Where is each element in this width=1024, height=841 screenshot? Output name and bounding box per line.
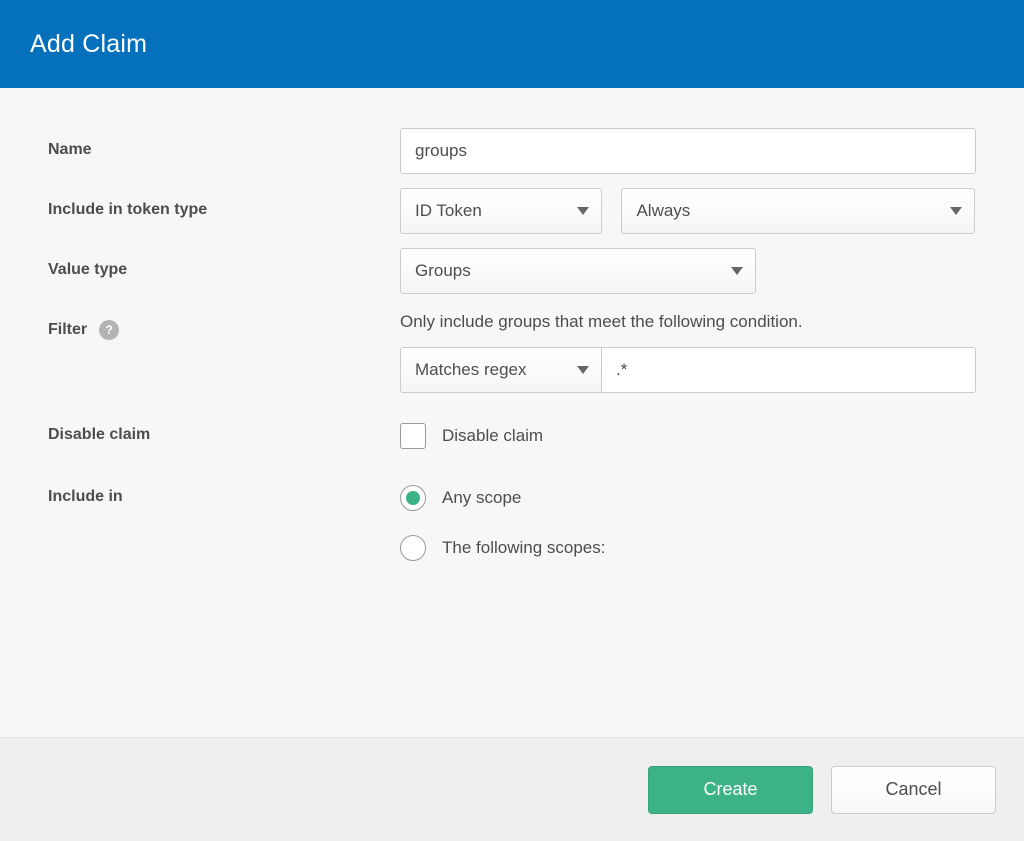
include-in-label: Include in	[48, 488, 123, 505]
value-type-select[interactable]: Groups	[400, 248, 756, 294]
include-in-option-any-scope[interactable]: Any scope	[400, 481, 1024, 515]
form-row-filter: Filter ? Only include groups that meet t…	[0, 308, 1024, 393]
form-row-include-in: Include in Any scope The following scope…	[0, 481, 1024, 565]
disable-claim-checkbox[interactable]	[400, 423, 426, 449]
name-control	[400, 128, 1024, 174]
form-row-token-type: Include in token type ID Token Always	[0, 188, 1024, 234]
token-type-select-value: ID Token	[415, 201, 482, 220]
filter-control: Only include groups that meet the follow…	[400, 308, 1024, 393]
chevron-down-icon	[577, 207, 589, 215]
radio-dot-icon	[406, 541, 420, 555]
token-type-label: Include in token type	[48, 201, 208, 218]
token-type-control: ID Token Always	[400, 188, 1024, 234]
name-label: Name	[48, 141, 92, 158]
name-input[interactable]	[400, 128, 976, 174]
token-when-select[interactable]: Always	[621, 188, 976, 234]
filter-pattern-input[interactable]	[602, 347, 976, 393]
chevron-down-icon	[731, 267, 743, 275]
dialog-header: Add Claim	[0, 0, 1024, 88]
value-type-control: Groups	[400, 248, 1024, 294]
token-when-select-value: Always	[636, 201, 691, 220]
disable-claim-label: Disable claim	[48, 426, 151, 443]
radio-dot-icon	[406, 491, 420, 505]
filter-hint: Only include groups that meet the follow…	[400, 312, 803, 331]
token-type-select[interactable]: ID Token	[400, 188, 602, 234]
page-title: Add Claim	[30, 29, 148, 58]
add-claim-dialog: Add Claim Name Include in token type ID …	[0, 0, 1024, 841]
form-row-disable-claim: Disable claim Disable claim	[0, 419, 1024, 453]
radio-any-scope[interactable]	[400, 485, 426, 511]
radio-following-scopes[interactable]	[400, 535, 426, 561]
create-button[interactable]: Create	[648, 765, 813, 814]
disable-claim-row: Disable claim	[400, 419, 1024, 453]
include-in-control: Any scope The following scopes:	[400, 481, 1024, 565]
radio-any-scope-label[interactable]: Any scope	[442, 488, 521, 508]
chevron-down-icon	[577, 366, 589, 374]
filter-label-text: Filter	[48, 321, 88, 338]
form-row-value-type: Value type Groups	[0, 248, 1024, 294]
filter-condition-group: Matches regex	[400, 347, 976, 393]
filter-operator-value: Matches regex	[415, 360, 527, 379]
dialog-footer: Create Cancel	[0, 737, 1024, 841]
form-row-name: Name	[0, 128, 1024, 174]
radio-following-scopes-label[interactable]: The following scopes:	[442, 538, 605, 558]
filter-label: Filter ?	[48, 308, 400, 341]
disable-claim-control: Disable claim	[400, 419, 1024, 453]
value-type-select-value: Groups	[415, 261, 471, 280]
cancel-button[interactable]: Cancel	[831, 765, 996, 814]
chevron-down-icon	[950, 207, 963, 215]
value-type-label: Value type	[48, 261, 128, 278]
filter-operator-select[interactable]: Matches regex	[400, 347, 602, 393]
question-mark-icon[interactable]: ?	[99, 320, 120, 340]
include-in-option-following-scopes[interactable]: The following scopes:	[400, 531, 1024, 565]
dialog-body: Name Include in token type ID Token Alwa…	[0, 88, 1024, 737]
disable-claim-checkbox-label[interactable]: Disable claim	[442, 426, 543, 446]
